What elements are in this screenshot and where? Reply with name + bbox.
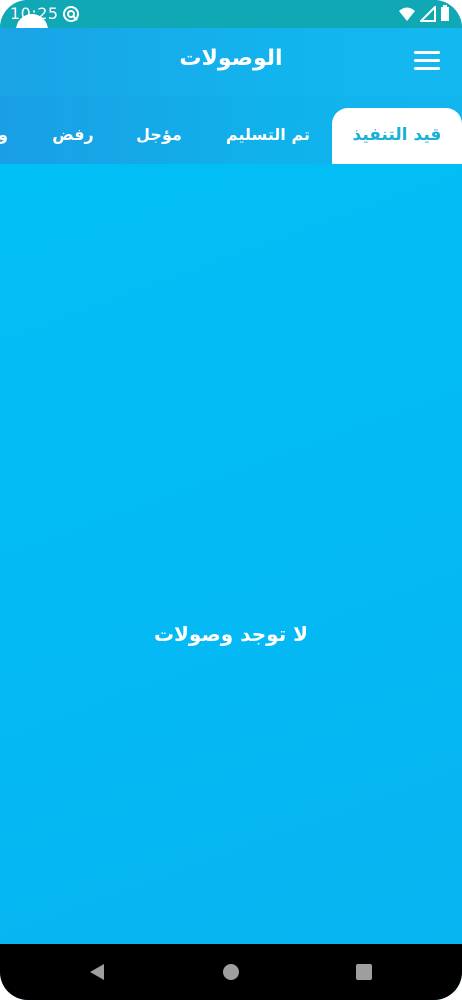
recents-icon[interactable] bbox=[355, 962, 373, 982]
phone-screen: 10:25 الوصولات قيد التنف bbox=[0, 0, 462, 1000]
app-bar: الوصولات bbox=[0, 28, 462, 96]
navigation-bar bbox=[0, 944, 462, 1000]
tab-overflow[interactable]: و bbox=[0, 108, 8, 164]
tab-rejected[interactable]: رفض bbox=[48, 108, 98, 164]
home-icon[interactable] bbox=[221, 962, 241, 982]
back-icon[interactable] bbox=[88, 962, 106, 982]
cell-signal-icon bbox=[420, 5, 436, 22]
empty-state-message: لا توجد وصولات bbox=[153, 622, 309, 646]
tab-in-progress[interactable]: قيد التنفيذ bbox=[332, 108, 462, 164]
page-title: الوصولات bbox=[179, 46, 283, 71]
sync-icon bbox=[63, 6, 79, 22]
tab-delivered[interactable]: تم التسليم bbox=[218, 108, 318, 164]
battery-icon bbox=[441, 5, 449, 21]
tab-strip: قيد التنفيذ تم التسليم مؤجل رفض و bbox=[0, 96, 462, 164]
tab-postponed[interactable]: مؤجل bbox=[128, 108, 190, 164]
status-bar: 10:25 bbox=[0, 0, 462, 28]
wifi-icon bbox=[399, 7, 415, 21]
receipts-list: لا توجد وصولات bbox=[0, 164, 462, 944]
menu-icon[interactable] bbox=[414, 48, 442, 74]
status-icons bbox=[398, 5, 450, 22]
